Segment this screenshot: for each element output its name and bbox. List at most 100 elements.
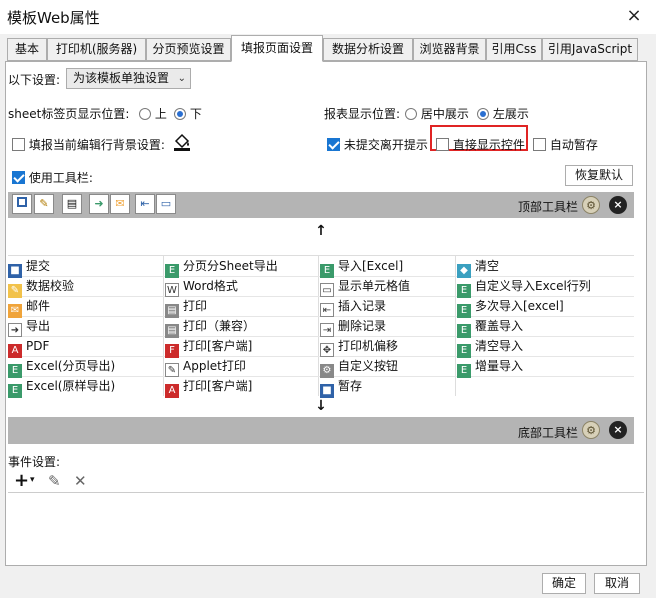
move-icon: ✥: [320, 343, 334, 357]
insert-row-icon: ⇤: [320, 303, 334, 317]
sheet-bottom-radio[interactable]: 下: [174, 105, 202, 122]
grid-item-word[interactable]: W Word格式: [165, 276, 238, 297]
printer-icon[interactable]: ▤: [62, 194, 82, 214]
close-circle-icon[interactable]: ×: [609, 196, 627, 214]
settings-select-value: 为该模板单独设置: [73, 71, 170, 85]
settings-select[interactable]: 为该模板单独设置 ⌄: [66, 68, 191, 89]
unsubmitted-checkbox[interactable]: 未提交离开提示: [327, 136, 428, 153]
insert-row-icon[interactable]: ⇤: [135, 194, 155, 214]
edit-icon[interactable]: ✎: [48, 472, 61, 490]
report-left-radio[interactable]: 左展示: [477, 105, 529, 122]
grid-item-clear[interactable]: ◆ 清空: [457, 256, 499, 278]
save-icon[interactable]: [12, 194, 32, 214]
sheet-top-label: 上: [154, 107, 167, 121]
move-down-icon[interactable]: ↓: [8, 396, 634, 416]
tab-printer-server[interactable]: 打印机(服务器): [47, 38, 146, 61]
close-circle-icon[interactable]: ×: [609, 421, 627, 439]
tab-css[interactable]: 引用Css: [486, 38, 542, 61]
grid-item-print-client-pdf[interactable]: A 打印[客户端]: [165, 376, 252, 398]
export-icon: ➜: [8, 323, 22, 337]
grid-item-pdf[interactable]: A PDF: [8, 336, 49, 358]
use-toolbar-checkbox[interactable]: 使用工具栏:: [12, 169, 93, 186]
cancel-button[interactable]: 取消: [594, 573, 640, 594]
checkbox-checked-icon: [12, 171, 25, 184]
grid-item-print-compat[interactable]: ▤ 打印（兼容）: [165, 316, 255, 338]
use-toolbar-label: 使用工具栏:: [28, 171, 93, 185]
radio-icon: [405, 108, 417, 120]
tab-data-analysis[interactable]: 数据分析设置: [323, 38, 413, 61]
delete-icon[interactable]: ✕: [74, 472, 87, 490]
settings-panel: 以下设置: 为该模板单独设置 ⌄ sheet标签页显示位置: 上 下 报表显示位…: [5, 61, 647, 566]
checkbox-icon: [533, 138, 546, 151]
tab-fill-page[interactable]: 填报页面设置: [231, 35, 323, 62]
delete-row-icon: ⇥: [320, 323, 334, 337]
report-center-radio[interactable]: 居中展示: [405, 105, 469, 122]
fill-bg-label: 填报当前编辑行背景设置:: [28, 138, 165, 152]
report-center-label: 居中展示: [420, 107, 469, 121]
move-up-icon[interactable]: ↑: [8, 221, 634, 241]
grid-item-custom-import[interactable]: E 自定义导入Excel行列: [457, 276, 591, 298]
close-icon[interactable]: ×: [620, 2, 648, 30]
bottom-toolbar: 底部工具栏 ⚙ ×: [8, 417, 634, 444]
report-position-label: 报表显示位置:: [324, 107, 401, 121]
radio-icon: [139, 108, 151, 120]
checkbox-checked-icon: [327, 138, 340, 151]
pencil-icon[interactable]: ✎: [34, 194, 54, 214]
export-icon[interactable]: ➜: [89, 194, 109, 214]
checkbox-icon: [12, 138, 25, 151]
unsubmitted-label: 未提交离开提示: [343, 138, 428, 152]
chevron-down-icon: ⌄: [177, 73, 186, 84]
grid-item-incremental-import[interactable]: E 增量导入: [457, 356, 523, 378]
mail-icon[interactable]: ✉: [110, 194, 130, 214]
grid-item-sheet-export[interactable]: E 分页分Sheet导出: [165, 256, 278, 278]
add-icon[interactable]: +: [14, 470, 29, 491]
report-left-label: 左展示: [492, 107, 529, 121]
autosave-checkbox[interactable]: 自动暂存: [533, 136, 598, 153]
tab-page-preview[interactable]: 分页预览设置: [146, 38, 231, 61]
sheet-position-label: sheet标签页显示位置:: [8, 107, 130, 121]
paint-bucket-icon[interactable]: [172, 132, 192, 152]
gear-icon[interactable]: ⚙: [582, 421, 600, 439]
restore-default-button[interactable]: 恢复默认: [565, 165, 633, 186]
settings-label: 以下设置:: [8, 73, 61, 87]
radio-selected-icon: [477, 108, 489, 120]
tab-javascript[interactable]: 引用JavaScript: [542, 38, 638, 61]
top-toolbar-label: 顶部工具栏: [518, 200, 579, 214]
grid-item-clear-import[interactable]: E 清空导入: [457, 336, 523, 358]
grid-item-printer-offset[interactable]: ✥ 打印机偏移: [320, 336, 398, 357]
direct-controls-checkbox[interactable]: 直接显示控件: [436, 136, 525, 153]
grid-item-custom-button[interactable]: ⚙ 自定义按钮: [320, 356, 398, 378]
grid-item-applet-print[interactable]: ✎ Applet打印: [165, 356, 246, 377]
grid-item-excel-original[interactable]: E Excel(原样导出): [8, 376, 115, 398]
events-label: 事件设置:: [8, 455, 61, 469]
grid-item-temp-save[interactable]: ■ 暂存: [320, 376, 362, 398]
tab-basic[interactable]: 基本: [7, 38, 47, 61]
cell-icon[interactable]: ▭: [156, 194, 176, 214]
grid-item-export[interactable]: ➜ 导出: [8, 316, 50, 337]
top-toolbar: ✎ ▤ ➜ ✉ ⇤ ▭ 顶部工具栏 ⚙ ×: [8, 192, 634, 218]
grid-item-delete-row[interactable]: ⇥ 删除记录: [320, 316, 386, 337]
grid-item-print[interactable]: ▤ 打印: [165, 296, 207, 318]
events-list[interactable]: [8, 492, 644, 564]
grid-item-import-excel[interactable]: E 导入[Excel]: [320, 256, 403, 278]
gear-icon[interactable]: ⚙: [582, 196, 600, 214]
title-bar: 模板Web属性 ×: [0, 0, 656, 34]
grid-item-insert-row[interactable]: ⇤ 插入记录: [320, 296, 386, 317]
tab-browser-bg[interactable]: 浏览器背景: [413, 38, 486, 61]
ok-button[interactable]: 确定: [542, 573, 586, 594]
grid-item-mail[interactable]: ✉ 邮件: [8, 296, 50, 318]
grid-item-submit[interactable]: ■ 提交: [8, 256, 50, 278]
grid-item-show-cell[interactable]: ▭ 显示单元格值: [320, 276, 410, 297]
grid-item-validate[interactable]: ✎ 数据校验: [8, 276, 74, 298]
grid-item-excel-paged[interactable]: E Excel(分页导出): [8, 356, 115, 378]
applet-icon: ✎: [165, 363, 179, 377]
fill-bg-checkbox[interactable]: 填报当前编辑行背景设置:: [12, 136, 165, 153]
sheet-bottom-label: 下: [189, 107, 202, 121]
checkbox-icon: [436, 138, 449, 151]
chevron-down-icon[interactable]: ▾: [30, 475, 35, 485]
grid-item-overwrite-import[interactable]: E 覆盖导入: [457, 316, 523, 338]
window-title: 模板Web属性: [7, 9, 100, 27]
sheet-top-radio[interactable]: 上: [139, 105, 167, 122]
grid-item-print-client[interactable]: F 打印[客户端]: [165, 336, 252, 358]
grid-item-multi-import[interactable]: E 多次导入[excel]: [457, 296, 564, 318]
